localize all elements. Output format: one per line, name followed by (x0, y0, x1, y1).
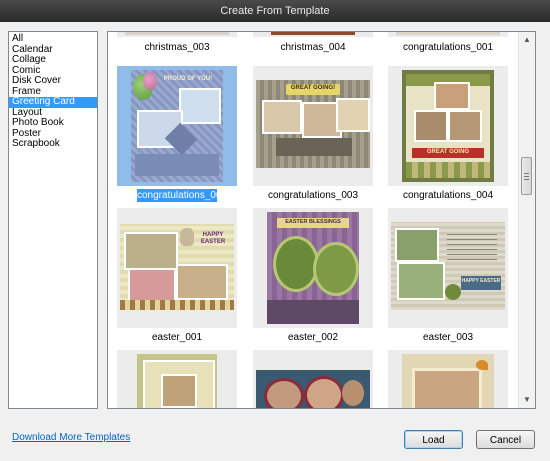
template-thumbnail[interactable] (253, 350, 373, 408)
template-label: congratulations_004 (402, 190, 494, 201)
template-label: easter_001 (151, 332, 203, 343)
template-label: easter_003 (422, 332, 474, 343)
scroll-up-arrow-icon[interactable]: ▲ (519, 32, 535, 48)
category-item-collage[interactable]: Collage (9, 54, 97, 66)
template-thumbnail[interactable] (117, 32, 237, 37)
template-thumbnail[interactable] (117, 350, 237, 408)
template-thumbnail[interactable]: PROUD OF YOU! (117, 66, 237, 186)
template-thumbnail[interactable] (253, 32, 373, 37)
window-title: Create From Template (0, 0, 550, 23)
template-thumbnail[interactable]: GREAT GOING! (253, 66, 373, 186)
category-item-disk-cover[interactable]: Disk Cover (9, 75, 97, 87)
template-thumbnail[interactable] (388, 350, 508, 408)
template-label: congratulations_001 (402, 42, 494, 53)
template-gallery[interactable]: christmas_003 christmas_004 congratulati… (107, 31, 536, 409)
dialog-body: All Calendar Collage Comic Disk Cover Fr… (0, 22, 550, 461)
card-banner-text: GREAT GOING! (290, 85, 336, 91)
template-label: congratulations_002 (137, 189, 228, 202)
category-item-photo-book[interactable]: Photo Book (9, 117, 97, 129)
scroll-down-arrow-icon[interactable]: ▼ (519, 392, 535, 408)
card-banner-text: PROUD OF YOU! (163, 76, 213, 82)
template-label: christmas_003 (144, 42, 210, 53)
scrollbar-thumb[interactable] (521, 157, 532, 195)
card-banner-text: GREAT GOING (426, 149, 470, 155)
template-label: easter_002 (287, 332, 339, 343)
template-thumbnail[interactable]: HAPPY EASTER (117, 208, 237, 328)
category-item-greeting-card[interactable]: Greeting Card (9, 96, 97, 108)
category-item-scrapbook[interactable]: Scrapbook (9, 138, 97, 150)
category-item-all[interactable]: All (9, 33, 97, 45)
template-thumbnail[interactable]: GREAT GOING (388, 66, 508, 186)
card-banner-text: HAPPY EASTER (461, 278, 501, 284)
card-banner-text: HAPPY EASTER (200, 232, 226, 245)
cancel-button[interactable]: Cancel (476, 430, 535, 449)
load-button[interactable]: Load (404, 430, 463, 449)
category-list[interactable]: All Calendar Collage Comic Disk Cover Fr… (8, 31, 98, 409)
template-label: congratulations_003 (267, 190, 359, 201)
card-banner-text: EASTER BLESSINGS (285, 219, 341, 225)
download-more-templates-link[interactable]: Download More Templates (12, 432, 130, 443)
template-label: christmas_004 (280, 42, 346, 53)
template-thumbnail[interactable]: HAPPY EASTER (388, 208, 508, 328)
gallery-scrollbar[interactable]: ▲ ▼ (518, 32, 535, 408)
template-thumbnail[interactable]: EASTER BLESSINGS (253, 208, 373, 328)
template-grid: christmas_003 christmas_004 congratulati… (108, 32, 519, 408)
template-thumbnail[interactable] (388, 32, 508, 37)
